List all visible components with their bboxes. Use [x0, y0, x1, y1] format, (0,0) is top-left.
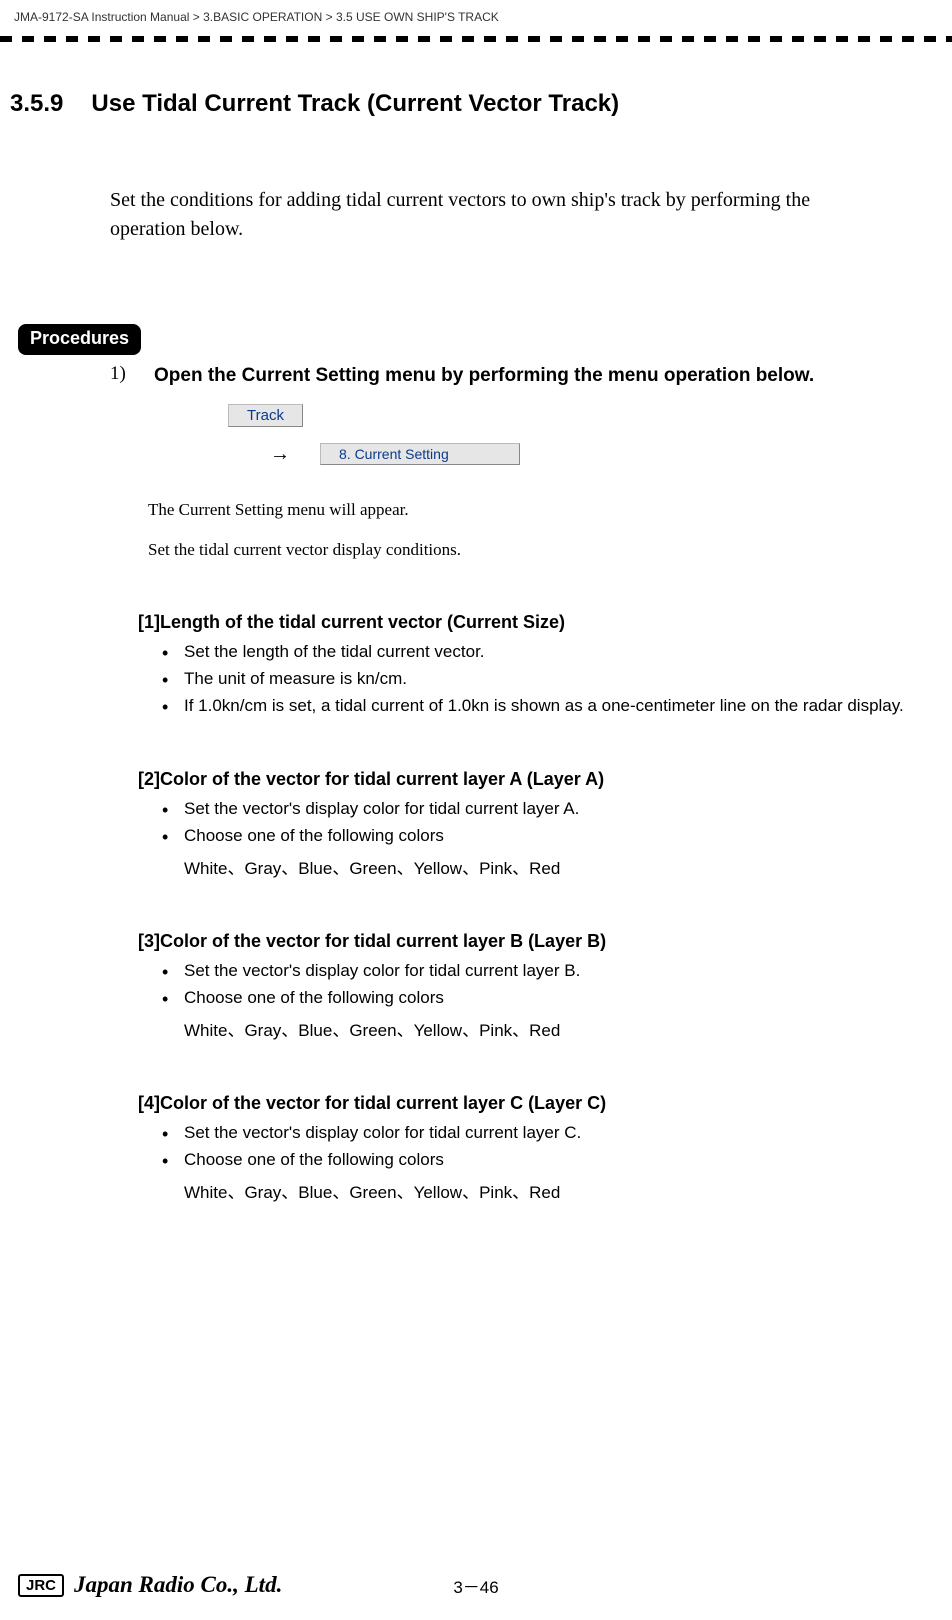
note-text: Set the tidal current vector display con… [148, 540, 952, 560]
breadcrumb: JMA-9172-SA Instruction Manual > 3.BASIC… [0, 0, 952, 24]
note-text: The Current Setting menu will appear. [148, 500, 952, 520]
subsection-4: [4]Color of the vector for tidal current… [138, 1093, 918, 1203]
intro-paragraph: Set the conditions for adding tidal curr… [110, 186, 870, 244]
breadcrumb-sep: > [326, 10, 333, 24]
subsection-title: [1]Length of the tidal current vector (C… [138, 612, 918, 633]
step-row: 1) Open the Current Setting menu by perf… [110, 363, 952, 389]
bullet-list: Set the vector's display color for tidal… [162, 960, 918, 1010]
color-options: White、Gray、Blue、Green、Yellow、Pink、Red [184, 1016, 918, 1041]
subsection-title: [4]Color of the vector for tidal current… [138, 1093, 918, 1114]
subsection-title: [3]Color of the vector for tidal current… [138, 931, 918, 952]
breadcrumb-sep: > [193, 10, 200, 24]
breadcrumb-part: 3.BASIC OPERATION [203, 10, 322, 24]
section-number: 3.5.9 [10, 90, 63, 118]
step-number: 1) [110, 363, 134, 389]
subsection-3: [3]Color of the vector for tidal current… [138, 931, 918, 1041]
breadcrumb-part: 3.5 USE OWN SHIP'S TRACK [336, 10, 499, 24]
bullet-list: Set the vector's display color for tidal… [162, 1122, 918, 1172]
page-number: 3－46 [453, 1573, 498, 1598]
procedures-badge: Procedures [18, 324, 141, 355]
list-item: Choose one of the following colors [162, 825, 918, 848]
bullet-list: Set the length of the tidal current vect… [162, 641, 918, 718]
list-item: The unit of measure is kn/cm. [162, 668, 918, 691]
list-item: Set the length of the tidal current vect… [162, 641, 918, 664]
menu-arrow-row: → 8. Current Setting [270, 443, 952, 466]
current-setting-menu-item[interactable]: 8. Current Setting [320, 443, 520, 465]
list-item: Set the vector's display color for tidal… [162, 1122, 918, 1145]
subsection-1: [1]Length of the tidal current vector (C… [138, 612, 918, 718]
color-options: White、Gray、Blue、Green、Yellow、Pink、Red [184, 1178, 918, 1203]
subsection-title: [2]Color of the vector for tidal current… [138, 769, 918, 790]
breadcrumb-part: JMA-9172-SA Instruction Manual [14, 10, 189, 24]
step-text: Open the Current Setting menu by perform… [154, 363, 874, 389]
jrc-company-name: Japan Radio Co., Ltd. [74, 1572, 282, 1598]
list-item: Set the vector's display color for tidal… [162, 798, 918, 821]
jrc-logo-badge: JRC [18, 1574, 64, 1597]
subsection-2: [2]Color of the vector for tidal current… [138, 769, 918, 879]
color-options: White、Gray、Blue、Green、Yellow、Pink、Red [184, 854, 918, 879]
menu-button-wrap: Track [228, 407, 303, 425]
dashed-divider [0, 36, 952, 42]
footer: JRC Japan Radio Co., Ltd. 3－46 [0, 1572, 952, 1598]
list-item: If 1.0kn/cm is set, a tidal current of 1… [162, 695, 918, 718]
arrow-icon: → [270, 443, 290, 466]
bullet-list: Set the vector's display color for tidal… [162, 798, 918, 848]
track-button[interactable]: Track [228, 404, 303, 427]
list-item: Set the vector's display color for tidal… [162, 960, 918, 983]
section-title: Use Tidal Current Track (Current Vector … [91, 90, 619, 118]
list-item: Choose one of the following colors [162, 987, 918, 1010]
list-item: Choose one of the following colors [162, 1149, 918, 1172]
section-heading: 3.5.9 Use Tidal Current Track (Current V… [10, 90, 952, 118]
